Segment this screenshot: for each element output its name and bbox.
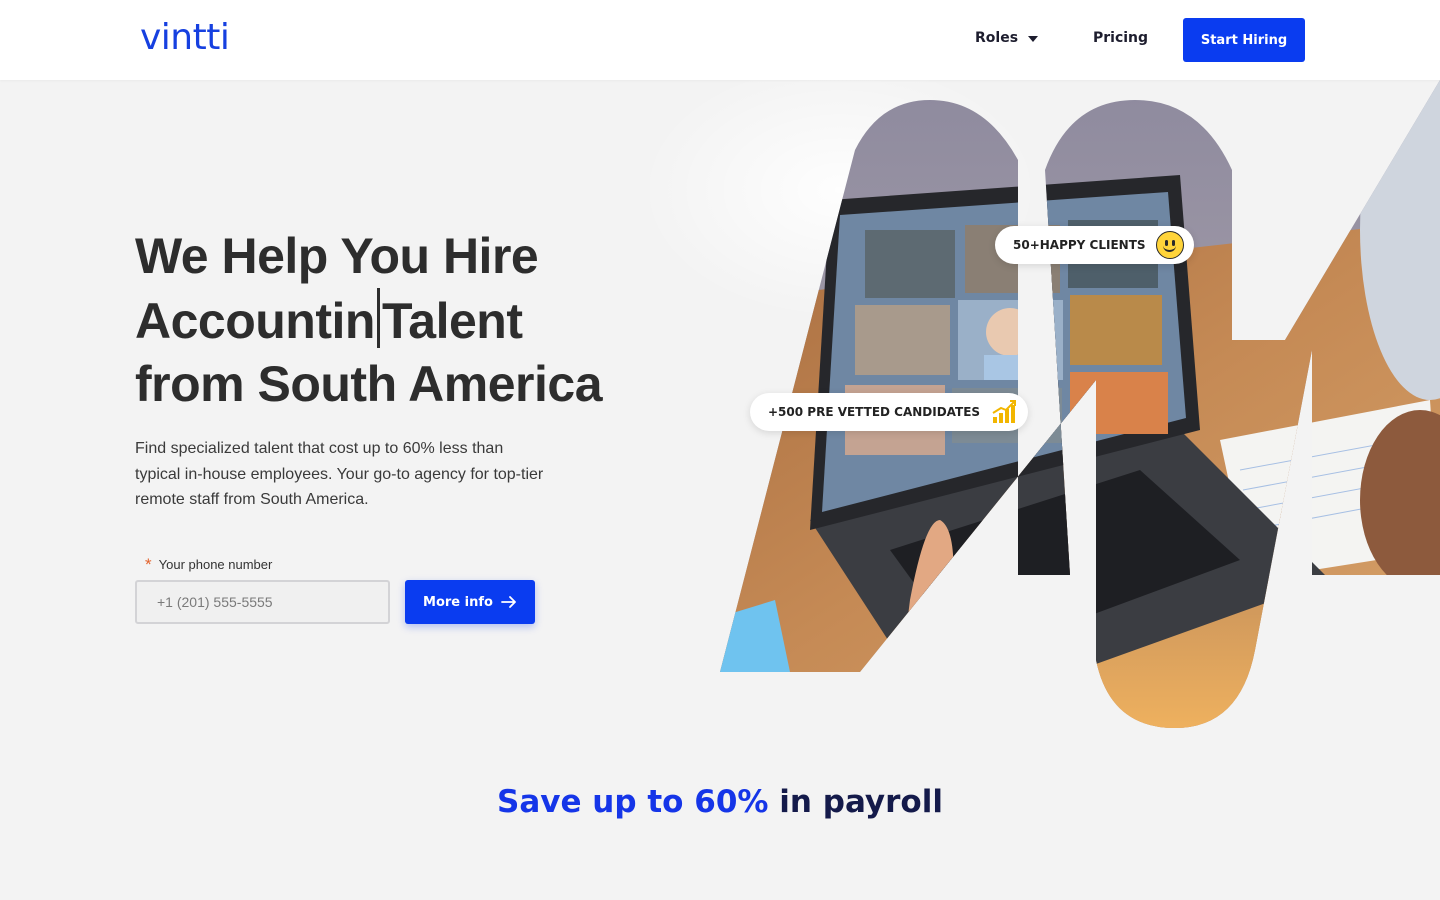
- hero-title-line-3: from South America: [135, 356, 603, 412]
- hero-title-line-1: We Help You Hire: [135, 228, 539, 284]
- smiley-icon: [1155, 231, 1184, 259]
- required-asterisk: *: [145, 555, 152, 574]
- vintti-logo[interactable]: vintti: [140, 18, 230, 58]
- vetted-candidates-text: +500 PRE VETTED CANDIDATES: [768, 405, 981, 419]
- savings-heading: Save up to 60% in payroll: [0, 781, 1440, 823]
- happy-clients-text: 50+HAPPY CLIENTS: [1013, 238, 1146, 252]
- phone-field-label: * Your phone number: [145, 555, 273, 574]
- hero-title-line-2: Accountin Talent: [135, 288, 655, 353]
- arrow-right-icon: [501, 596, 516, 608]
- typing-cursor: [376, 288, 380, 348]
- nav-roles-dropdown[interactable]: Roles: [975, 30, 1039, 46]
- hero-subtitle: Find specialized talent that cost up to …: [135, 440, 544, 508]
- site-header: vintti Roles Pricing Start Hiring: [0, 0, 1440, 80]
- more-info-button[interactable]: More info: [405, 580, 535, 624]
- start-hiring-button[interactable]: Start Hiring: [1183, 18, 1305, 62]
- hero-title-talent: Talent: [381, 293, 523, 349]
- more-info-label: More info: [423, 594, 493, 610]
- vetted-candidates-badge: +500 PRE VETTED CANDIDATES: [750, 393, 1029, 431]
- phone-label-text: Your phone number: [158, 557, 273, 572]
- happy-clients-badge: 50+HAPPY CLIENTS: [995, 226, 1194, 264]
- savings-rest: in payroll: [779, 784, 943, 820]
- phone-number-input[interactable]: [135, 580, 390, 624]
- hero-title: We Help You Hire Accountin Talent from So…: [135, 225, 655, 416]
- savings-highlight: Save up to 60%: [497, 784, 769, 820]
- nav-roles-label: Roles: [975, 30, 1019, 46]
- nav-pricing-link[interactable]: Pricing: [1093, 30, 1148, 46]
- growth-chart-icon: [992, 400, 1017, 423]
- hero-title-typed-role: Accountin: [135, 293, 375, 349]
- chevron-down-icon: [1028, 35, 1039, 42]
